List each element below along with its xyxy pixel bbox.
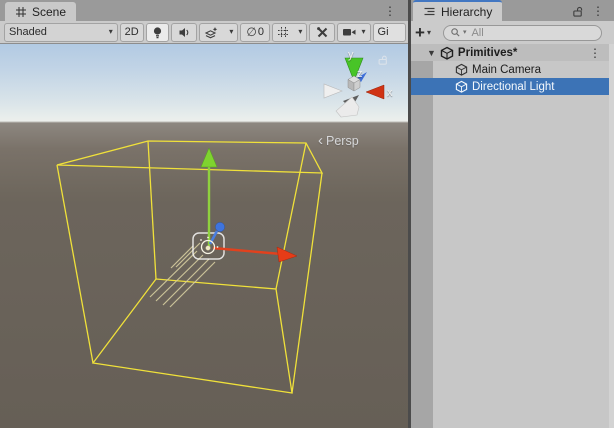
hierarchy-item-main-camera[interactable]: Main Camera <box>411 61 614 78</box>
hierarchy-tab-label: Hierarchy <box>441 5 492 19</box>
scene-toolbar: Shaded ▾ 2D <box>0 21 408 44</box>
hierarchy-content: ▼ Primitives* ⋮ Main Camera <box>411 44 614 428</box>
orientation-x-cone[interactable] <box>366 85 384 99</box>
gizmo-lock-icon[interactable] <box>377 54 388 65</box>
move-gizmo-y-handle[interactable] <box>201 148 217 247</box>
persp-chevron-icon: ‹ <box>318 136 323 146</box>
scene-row-primitives[interactable]: ▼ Primitives* ⋮ <box>411 44 614 61</box>
scene-tools-button[interactable] <box>309 23 335 42</box>
hierarchy-item-directional-light[interactable]: Directional Light <box>411 78 614 95</box>
create-object-button[interactable]: + ▾ <box>415 26 431 40</box>
scene-grid-button[interactable]: ▾ <box>272 23 307 42</box>
hidden-count: 0 <box>258 26 264 38</box>
projection-toggle[interactable]: ‹ Persp <box>318 134 359 148</box>
disclosure-triangle-icon[interactable]: ▼ <box>427 48 436 58</box>
scene-tab-label: Scene <box>32 5 66 19</box>
tab-hierarchy[interactable]: Hierarchy <box>413 0 502 21</box>
scene-viewport[interactable]: y z x ‹ Persp <box>0 44 408 428</box>
grid-visibility-icon <box>277 26 290 39</box>
scene-lighting-button[interactable] <box>146 23 170 42</box>
scene-tabbar: Scene ⋮ <box>0 0 408 21</box>
hierarchy-panel: Hierarchy ⋮ + ▾ ▾ All <box>411 0 614 428</box>
scene-camera-button[interactable]: ▾ <box>337 23 370 42</box>
grid-icon <box>15 6 27 18</box>
chevron-down-icon: ▾ <box>298 28 302 36</box>
tools-icon <box>316 26 329 39</box>
gameobject-cube-icon <box>455 80 468 93</box>
hierarchy-search-input[interactable]: ▾ All <box>443 25 602 41</box>
chevron-down-icon: ▾ <box>427 29 431 37</box>
chevron-down-icon: ▾ <box>362 28 366 36</box>
hierarchy-tabbar: Hierarchy ⋮ <box>411 0 614 21</box>
axis-x-label[interactable]: x <box>387 87 393 99</box>
shading-mode-label: Shaded <box>9 26 47 38</box>
camera-icon <box>342 26 357 38</box>
gizmos-label: Gi <box>378 26 389 38</box>
visibility-off-icon: ∅ <box>246 25 256 39</box>
toggle-2d-button[interactable]: 2D <box>120 23 144 42</box>
search-filter-arrow-icon: ▾ <box>463 29 467 36</box>
tab-scene[interactable]: Scene <box>5 2 76 21</box>
lock-icon[interactable] <box>572 5 584 17</box>
axis-y-label[interactable]: y <box>348 49 354 61</box>
hierarchy-icon <box>423 5 436 18</box>
scene-name: Primitives* <box>458 47 517 59</box>
axis-z-label[interactable]: z <box>357 68 363 80</box>
gizmos-dropdown[interactable]: Gi <box>373 23 406 42</box>
item-label: Main Camera <box>472 64 541 76</box>
projection-label: Persp <box>326 134 359 148</box>
shading-mode-dropdown[interactable]: Shaded ▾ <box>4 23 118 42</box>
search-placeholder: All <box>471 27 483 39</box>
item-label: Directional Light <box>472 81 554 93</box>
orientation-neg-x-cone[interactable] <box>324 84 342 98</box>
effects-icon <box>204 26 218 39</box>
unity-scene-icon <box>440 46 454 60</box>
scene-audio-button[interactable] <box>171 23 197 42</box>
chevron-down-icon: ▾ <box>229 28 233 36</box>
search-icon <box>450 27 461 38</box>
unity-editor-window: Scene ⋮ Shaded ▾ 2D <box>0 0 614 428</box>
scene-visibility-button[interactable]: ∅ 0 <box>240 23 270 42</box>
orientation-gizmo[interactable] <box>324 58 384 117</box>
scene-row-kebab-icon[interactable]: ⋮ <box>587 47 603 59</box>
wireframe-cube <box>57 141 322 393</box>
plus-icon: + <box>415 26 425 40</box>
scene-panel: Scene ⋮ Shaded ▾ 2D <box>0 0 408 428</box>
scene-kebab-icon[interactable]: ⋮ <box>382 5 398 17</box>
scene-effects-button[interactable]: ▾ <box>199 23 238 42</box>
toggle-2d-label: 2D <box>125 26 139 38</box>
chevron-down-icon: ▾ <box>109 28 113 36</box>
scrollbar-gutter[interactable] <box>609 44 614 428</box>
gameobject-cube-icon <box>455 63 468 76</box>
scene-overlay <box>0 44 408 428</box>
hierarchy-toolbar: + ▾ ▾ All <box>411 21 614 44</box>
lightbulb-icon <box>151 26 164 39</box>
hierarchy-kebab-icon[interactable]: ⋮ <box>590 5 606 17</box>
speaker-icon <box>178 26 191 39</box>
visibility-gutter[interactable] <box>411 44 433 428</box>
